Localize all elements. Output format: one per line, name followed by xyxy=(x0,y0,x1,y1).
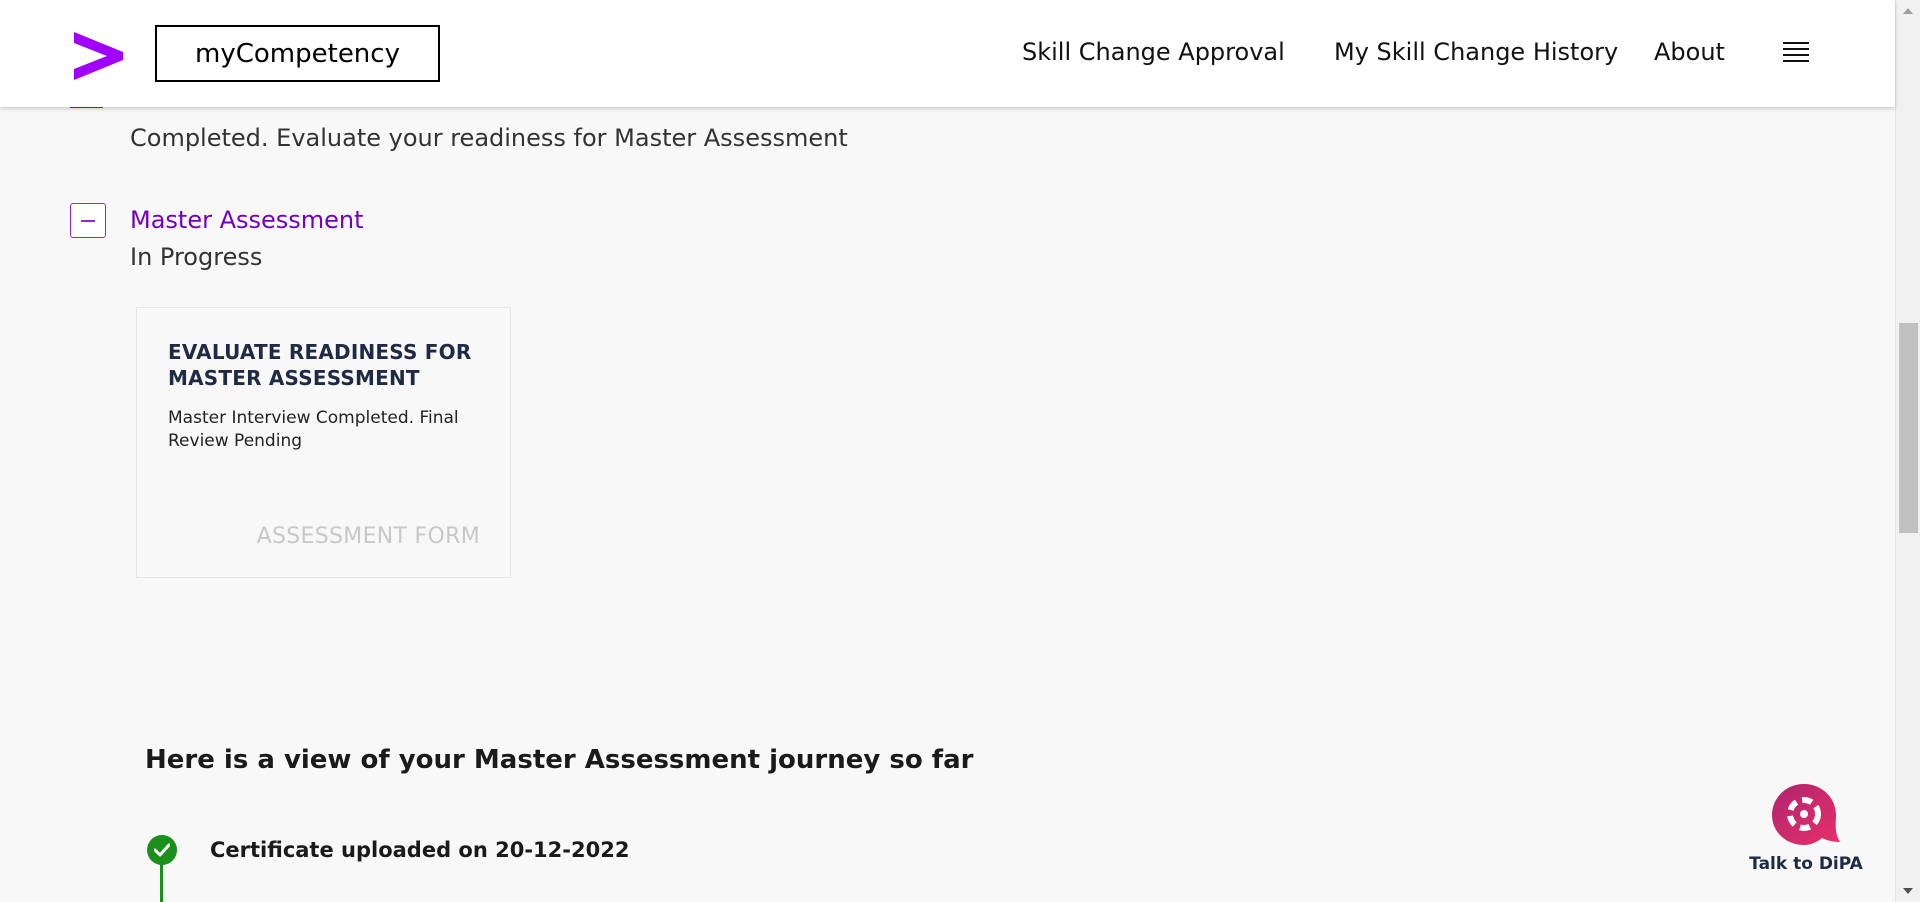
check-circle-icon xyxy=(147,835,177,865)
nav-skill-change-approval[interactable]: Skill Change Approval xyxy=(1022,38,1285,66)
card-description: Master Interview Completed. Final Review… xyxy=(168,408,459,451)
previous-step-status: Completed. Evaluate your readiness for M… xyxy=(130,124,848,152)
chatbot-label[interactable]: Talk to DiPA xyxy=(1748,854,1864,874)
assessment-form-link[interactable]: ASSESSMENT FORM xyxy=(257,524,480,549)
vertical-scrollbar[interactable] xyxy=(1895,0,1920,902)
nav-about[interactable]: About xyxy=(1654,38,1725,66)
chat-bubble-icon[interactable] xyxy=(1770,782,1842,850)
collapse-step-button[interactable] xyxy=(70,203,106,238)
step-title[interactable]: Master Assessment xyxy=(130,206,364,234)
scroll-down-arrow-icon[interactable] xyxy=(1903,888,1913,894)
scroll-up-arrow-icon[interactable] xyxy=(1903,8,1913,14)
app-title[interactable]: myCompetency xyxy=(155,25,440,82)
accenture-logo-icon[interactable] xyxy=(74,32,123,80)
timeline-event-text: Certificate uploaded on 20-12-2022 xyxy=(210,838,630,862)
hamburger-menu-icon[interactable] xyxy=(1783,40,1809,64)
scrollbar-thumb[interactable] xyxy=(1899,323,1918,533)
top-header: myCompetency Skill Change Approval My Sk… xyxy=(0,0,1895,107)
nav-skill-change-history[interactable]: My Skill Change History xyxy=(1334,38,1618,66)
journey-heading: Here is a view of your Master Assessment… xyxy=(145,745,974,775)
readiness-card: EVALUATE READINESS FOR MASTER ASSESSMENT… xyxy=(136,307,511,578)
minus-icon xyxy=(81,220,95,222)
step-status: In Progress xyxy=(130,243,263,271)
timeline-line xyxy=(160,862,163,902)
card-title: EVALUATE READINESS FOR MASTER ASSESSMENT xyxy=(168,340,472,390)
